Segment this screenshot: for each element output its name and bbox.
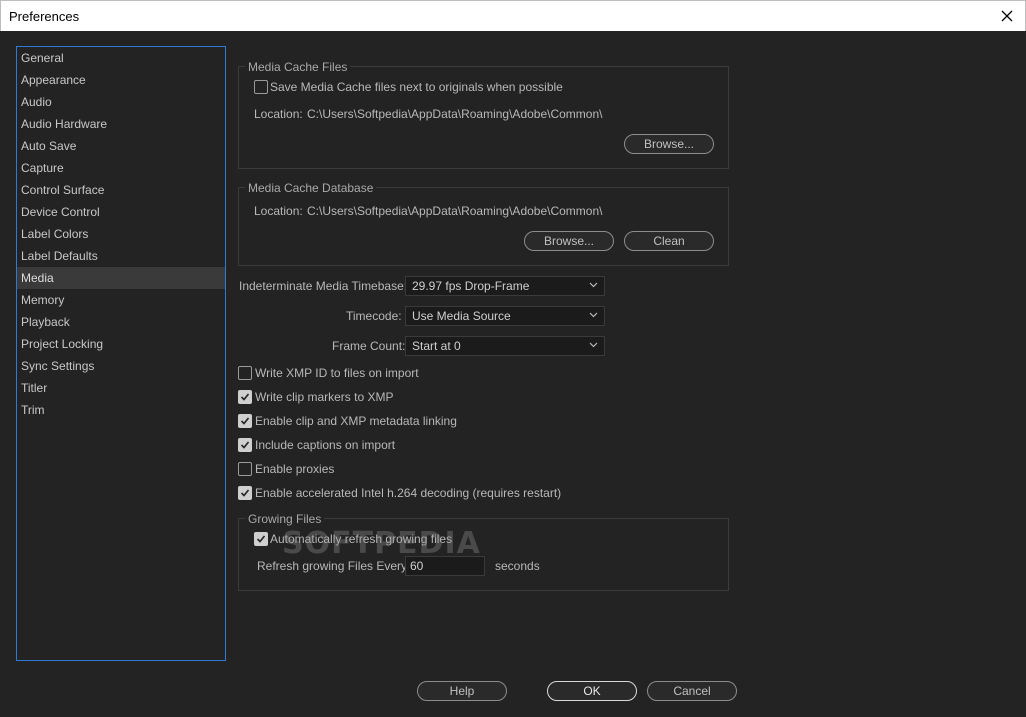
sidebar-item-sync-settings[interactable]: Sync Settings <box>17 355 225 377</box>
sidebar-item-capture[interactable]: Capture <box>17 157 225 179</box>
sidebar-item-general[interactable]: General <box>17 47 225 69</box>
frame-count-select[interactable]: Start at 0 <box>405 336 605 356</box>
ok-button[interactable]: OK <box>547 681 637 701</box>
media-cache-files-title: Media Cache Files <box>245 59 351 75</box>
timebase-value: 29.97 fps Drop-Frame <box>412 279 530 293</box>
media-cache-database-location-label: Location: <box>254 204 303 218</box>
sidebar-item-project-locking[interactable]: Project Locking <box>17 333 225 355</box>
sidebar-item-device-control[interactable]: Device Control <box>17 201 225 223</box>
auto-refresh-growing-files-checkbox[interactable] <box>254 532 268 546</box>
enable-clip-xmp-linking-checkbox[interactable] <box>238 414 252 428</box>
enable-clip-xmp-linking-label: Enable clip and XMP metadata linking <box>255 414 457 428</box>
sidebar-item-audio[interactable]: Audio <box>17 91 225 113</box>
write-xmp-id-checkbox[interactable] <box>238 366 252 380</box>
write-clip-markers-label: Write clip markers to XMP <box>255 390 394 404</box>
include-captions-label: Include captions on import <box>255 438 396 452</box>
close-icon <box>1001 10 1013 22</box>
enable-proxies-label: Enable proxies <box>255 462 335 476</box>
sidebar-item-trim[interactable]: Trim <box>17 399 225 421</box>
sidebar-item-label-defaults[interactable]: Label Defaults <box>17 245 225 267</box>
write-clip-markers-checkbox[interactable] <box>238 390 252 404</box>
check-icon <box>256 535 266 543</box>
softpedia-watermark: SOFTPEDIA <box>282 526 481 561</box>
chevron-down-icon <box>589 342 598 348</box>
media-cache-files-browse-button[interactable]: Browse... <box>624 134 714 154</box>
timecode-select[interactable]: Use Media Source <box>405 306 605 326</box>
timebase-label: Indeterminate Media Timebase: <box>239 279 408 293</box>
media-cache-database-clean-button[interactable]: Clean <box>624 231 714 251</box>
check-icon <box>240 417 250 425</box>
media-cache-files-location-value: C:\Users\Softpedia\AppData\Roaming\Adobe… <box>307 107 603 121</box>
sidebar-item-label-colors[interactable]: Label Colors <box>17 223 225 245</box>
sidebar-item-appearance[interactable]: Appearance <box>17 69 225 91</box>
refresh-every-label: Refresh growing Files Every <box>257 559 408 573</box>
check-icon <box>240 393 250 401</box>
cancel-button[interactable]: Cancel <box>647 681 737 701</box>
save-next-to-originals-checkbox[interactable] <box>254 80 268 94</box>
include-captions-checkbox[interactable] <box>238 438 252 452</box>
frame-count-value: Start at 0 <box>412 339 461 353</box>
timecode-value: Use Media Source <box>412 309 511 323</box>
preferences-category-list[interactable]: General Appearance Audio Audio Hardware Auto… <box>16 46 226 661</box>
media-cache-database-title: Media Cache Database <box>245 180 377 196</box>
check-icon <box>240 489 250 497</box>
sidebar-item-media[interactable]: Media <box>17 267 225 289</box>
frame-count-label: Frame Count: <box>332 339 406 353</box>
window-title: Preferences <box>9 9 80 24</box>
seconds-label: seconds <box>495 559 540 573</box>
sidebar-item-auto-save[interactable]: Auto Save <box>17 135 225 157</box>
check-icon <box>240 441 250 449</box>
media-cache-database-browse-button[interactable]: Browse... <box>524 231 614 251</box>
sidebar-item-memory[interactable]: Memory <box>17 289 225 311</box>
media-cache-database-group: Media Cache Database <box>238 180 729 266</box>
media-cache-files-location-label: Location: <box>254 107 303 121</box>
close-button[interactable] <box>993 2 1021 30</box>
sidebar-item-control-surface[interactable]: Control Surface <box>17 179 225 201</box>
growing-files-title: Growing Files <box>245 511 325 527</box>
timecode-label: Timecode: <box>346 309 402 323</box>
help-button[interactable]: Help <box>417 681 507 701</box>
write-xmp-id-label: Write XMP ID to files on import <box>255 366 419 380</box>
chevron-down-icon <box>589 282 598 288</box>
save-next-to-originals-label: Save Media Cache files next to originals… <box>270 80 563 94</box>
media-cache-database-location-value: C:\Users\Softpedia\AppData\Roaming\Adobe… <box>307 204 603 218</box>
timebase-select[interactable]: 29.97 fps Drop-Frame <box>405 276 605 296</box>
chevron-down-icon <box>589 312 598 318</box>
sidebar-item-audio-hardware[interactable]: Audio Hardware <box>17 113 225 135</box>
accelerated-h264-label: Enable accelerated Intel h.264 decoding … <box>255 486 562 500</box>
enable-proxies-checkbox[interactable] <box>238 462 252 476</box>
accelerated-h264-checkbox[interactable] <box>238 486 252 500</box>
title-bar: Preferences <box>0 0 1026 31</box>
sidebar-item-titler[interactable]: Titler <box>17 377 225 399</box>
sidebar-item-playback[interactable]: Playback <box>17 311 225 333</box>
